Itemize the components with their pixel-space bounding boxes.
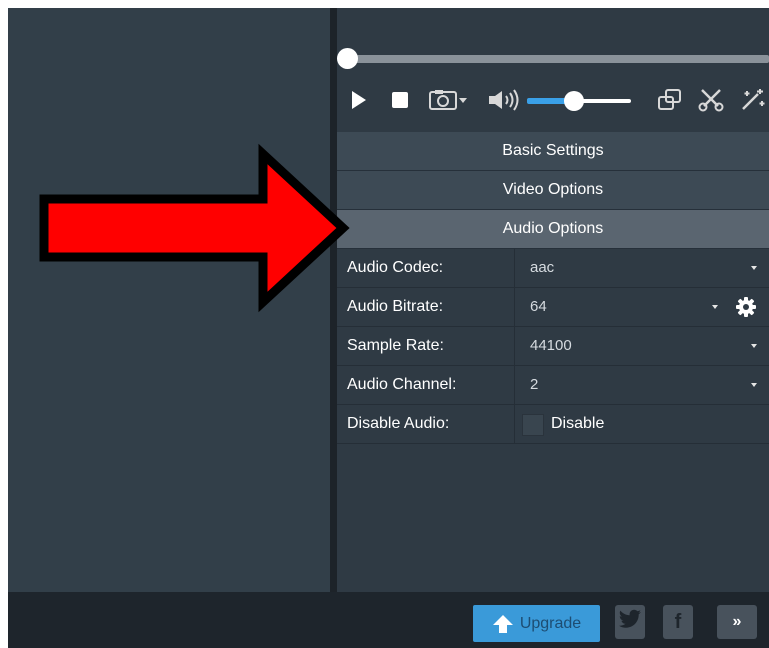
- more-button[interactable]: »: [717, 605, 757, 639]
- stop-icon[interactable]: [389, 86, 411, 114]
- chevron-down-icon[interactable]: [751, 266, 757, 270]
- chevron-down-icon[interactable]: [712, 305, 718, 309]
- audio-bitrate-select[interactable]: 64: [530, 288, 547, 326]
- copy-icon[interactable]: [655, 86, 685, 114]
- column-separator: [514, 366, 515, 404]
- play-icon[interactable]: [349, 86, 369, 114]
- audio-bitrate-label: Audio Bitrate:: [347, 298, 444, 315]
- audio-codec-label: Audio Codec:: [347, 259, 444, 276]
- audio-codec-row: Audio Codec: aac: [337, 249, 769, 288]
- sample-rate-select[interactable]: 44100: [530, 327, 572, 365]
- twitter-button[interactable]: [615, 605, 645, 639]
- audio-channel-select[interactable]: 2: [530, 366, 538, 404]
- seek-bar[interactable]: [347, 55, 769, 63]
- audio-channel-row: Audio Channel: 2: [337, 366, 769, 405]
- settings-pane: Basic Settings Video Options Audio Optio…: [337, 8, 769, 592]
- tab-basic-settings[interactable]: Basic Settings: [337, 132, 769, 171]
- app-window: Basic Settings Video Options Audio Optio…: [8, 8, 769, 648]
- sample-rate-row: Sample Rate: 44100: [337, 327, 769, 366]
- disable-audio-row: Disable Audio: Disable: [337, 405, 769, 444]
- upgrade-label: Upgrade: [519, 614, 582, 632]
- audio-channel-label: Audio Channel:: [347, 376, 457, 393]
- magic-wand-icon[interactable]: [739, 86, 767, 114]
- chevron-down-icon[interactable]: [751, 344, 757, 348]
- double-chevron-right-icon: »: [732, 613, 742, 630]
- camera-icon[interactable]: [429, 86, 469, 114]
- facebook-icon: f: [674, 610, 682, 633]
- column-separator: [514, 327, 515, 365]
- tab-audio-options[interactable]: Audio Options: [337, 210, 769, 249]
- scissors-icon[interactable]: [697, 86, 725, 114]
- disable-audio-checkbox-label[interactable]: Disable: [551, 405, 604, 443]
- upgrade-button[interactable]: Upgrade: [473, 605, 600, 642]
- twitter-icon: [618, 609, 642, 635]
- column-separator: [514, 288, 515, 326]
- audio-codec-select[interactable]: aac: [530, 249, 554, 287]
- column-separator: [514, 405, 515, 443]
- facebook-button[interactable]: f: [663, 605, 693, 639]
- chevron-down-icon[interactable]: [751, 383, 757, 387]
- upload-arrow-icon: [492, 614, 514, 634]
- tab-video-options[interactable]: Video Options: [337, 171, 769, 210]
- disable-audio-label: Disable Audio:: [347, 415, 450, 432]
- gear-icon[interactable]: [735, 296, 757, 318]
- disable-audio-checkbox[interactable]: [522, 414, 544, 436]
- audio-bitrate-row: Audio Bitrate: 64: [337, 288, 769, 327]
- preview-pane: [8, 8, 330, 592]
- footer-bar: Upgrade f »: [8, 592, 769, 648]
- sample-rate-label: Sample Rate:: [347, 337, 444, 354]
- pane-divider[interactable]: [330, 8, 337, 592]
- volume-icon[interactable]: [487, 86, 527, 114]
- volume-thumb[interactable]: [563, 91, 584, 111]
- column-separator: [514, 249, 515, 287]
- seek-thumb[interactable]: [337, 48, 358, 69]
